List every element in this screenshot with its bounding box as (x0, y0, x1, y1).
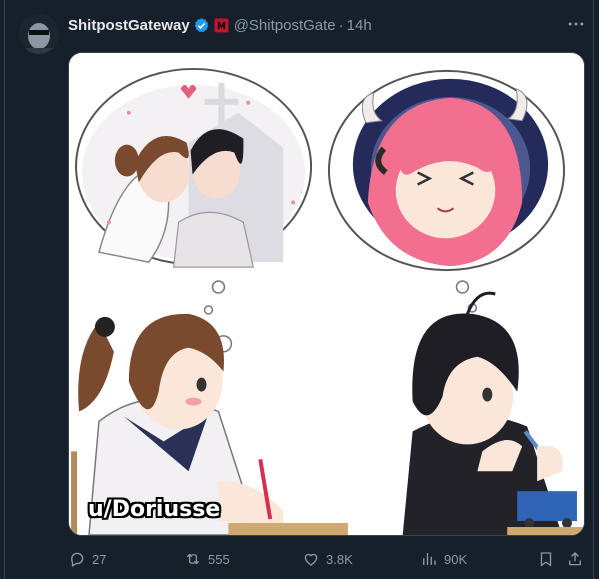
like-button[interactable]: 3.8K (302, 548, 353, 570)
like-count: 3.8K (326, 551, 353, 567)
share-button[interactable] (566, 548, 590, 570)
action-bar: 27 555 3.8K 90K (68, 548, 588, 570)
views-count: 90K (444, 551, 468, 567)
timestamp[interactable]: 14h (347, 17, 372, 34)
repost-button[interactable]: 555 (184, 548, 230, 570)
bookmark-button[interactable] (537, 548, 561, 570)
repost-icon (184, 550, 208, 568)
post-header: ShitpostGateway @ShitpostGate · 14h (68, 15, 372, 35)
more-icon[interactable] (564, 14, 588, 36)
bookmark-icon (537, 550, 561, 568)
reply-button[interactable]: 27 (68, 548, 106, 570)
share-icon (566, 550, 590, 568)
post-media-image[interactable]: u/Doriusse (68, 52, 585, 536)
separator-dot: · (338, 16, 344, 34)
like-icon (302, 550, 326, 568)
right-thought-bubble (327, 69, 566, 272)
views-icon (420, 550, 444, 568)
views-button[interactable]: 90K (420, 548, 467, 570)
left-thought-bubble (75, 67, 313, 268)
handle[interactable]: @ShitpostGate (234, 17, 336, 34)
affiliate-badge-icon[interactable] (214, 17, 229, 33)
reply-icon (68, 550, 92, 568)
reply-count: 27 (92, 551, 107, 567)
watermark-text: u/Doriusse (88, 497, 221, 522)
avatar[interactable] (19, 14, 59, 54)
repost-count: 555 (208, 551, 230, 567)
display-name[interactable]: ShitpostGateway (68, 17, 190, 34)
verified-badge-icon (193, 17, 210, 34)
